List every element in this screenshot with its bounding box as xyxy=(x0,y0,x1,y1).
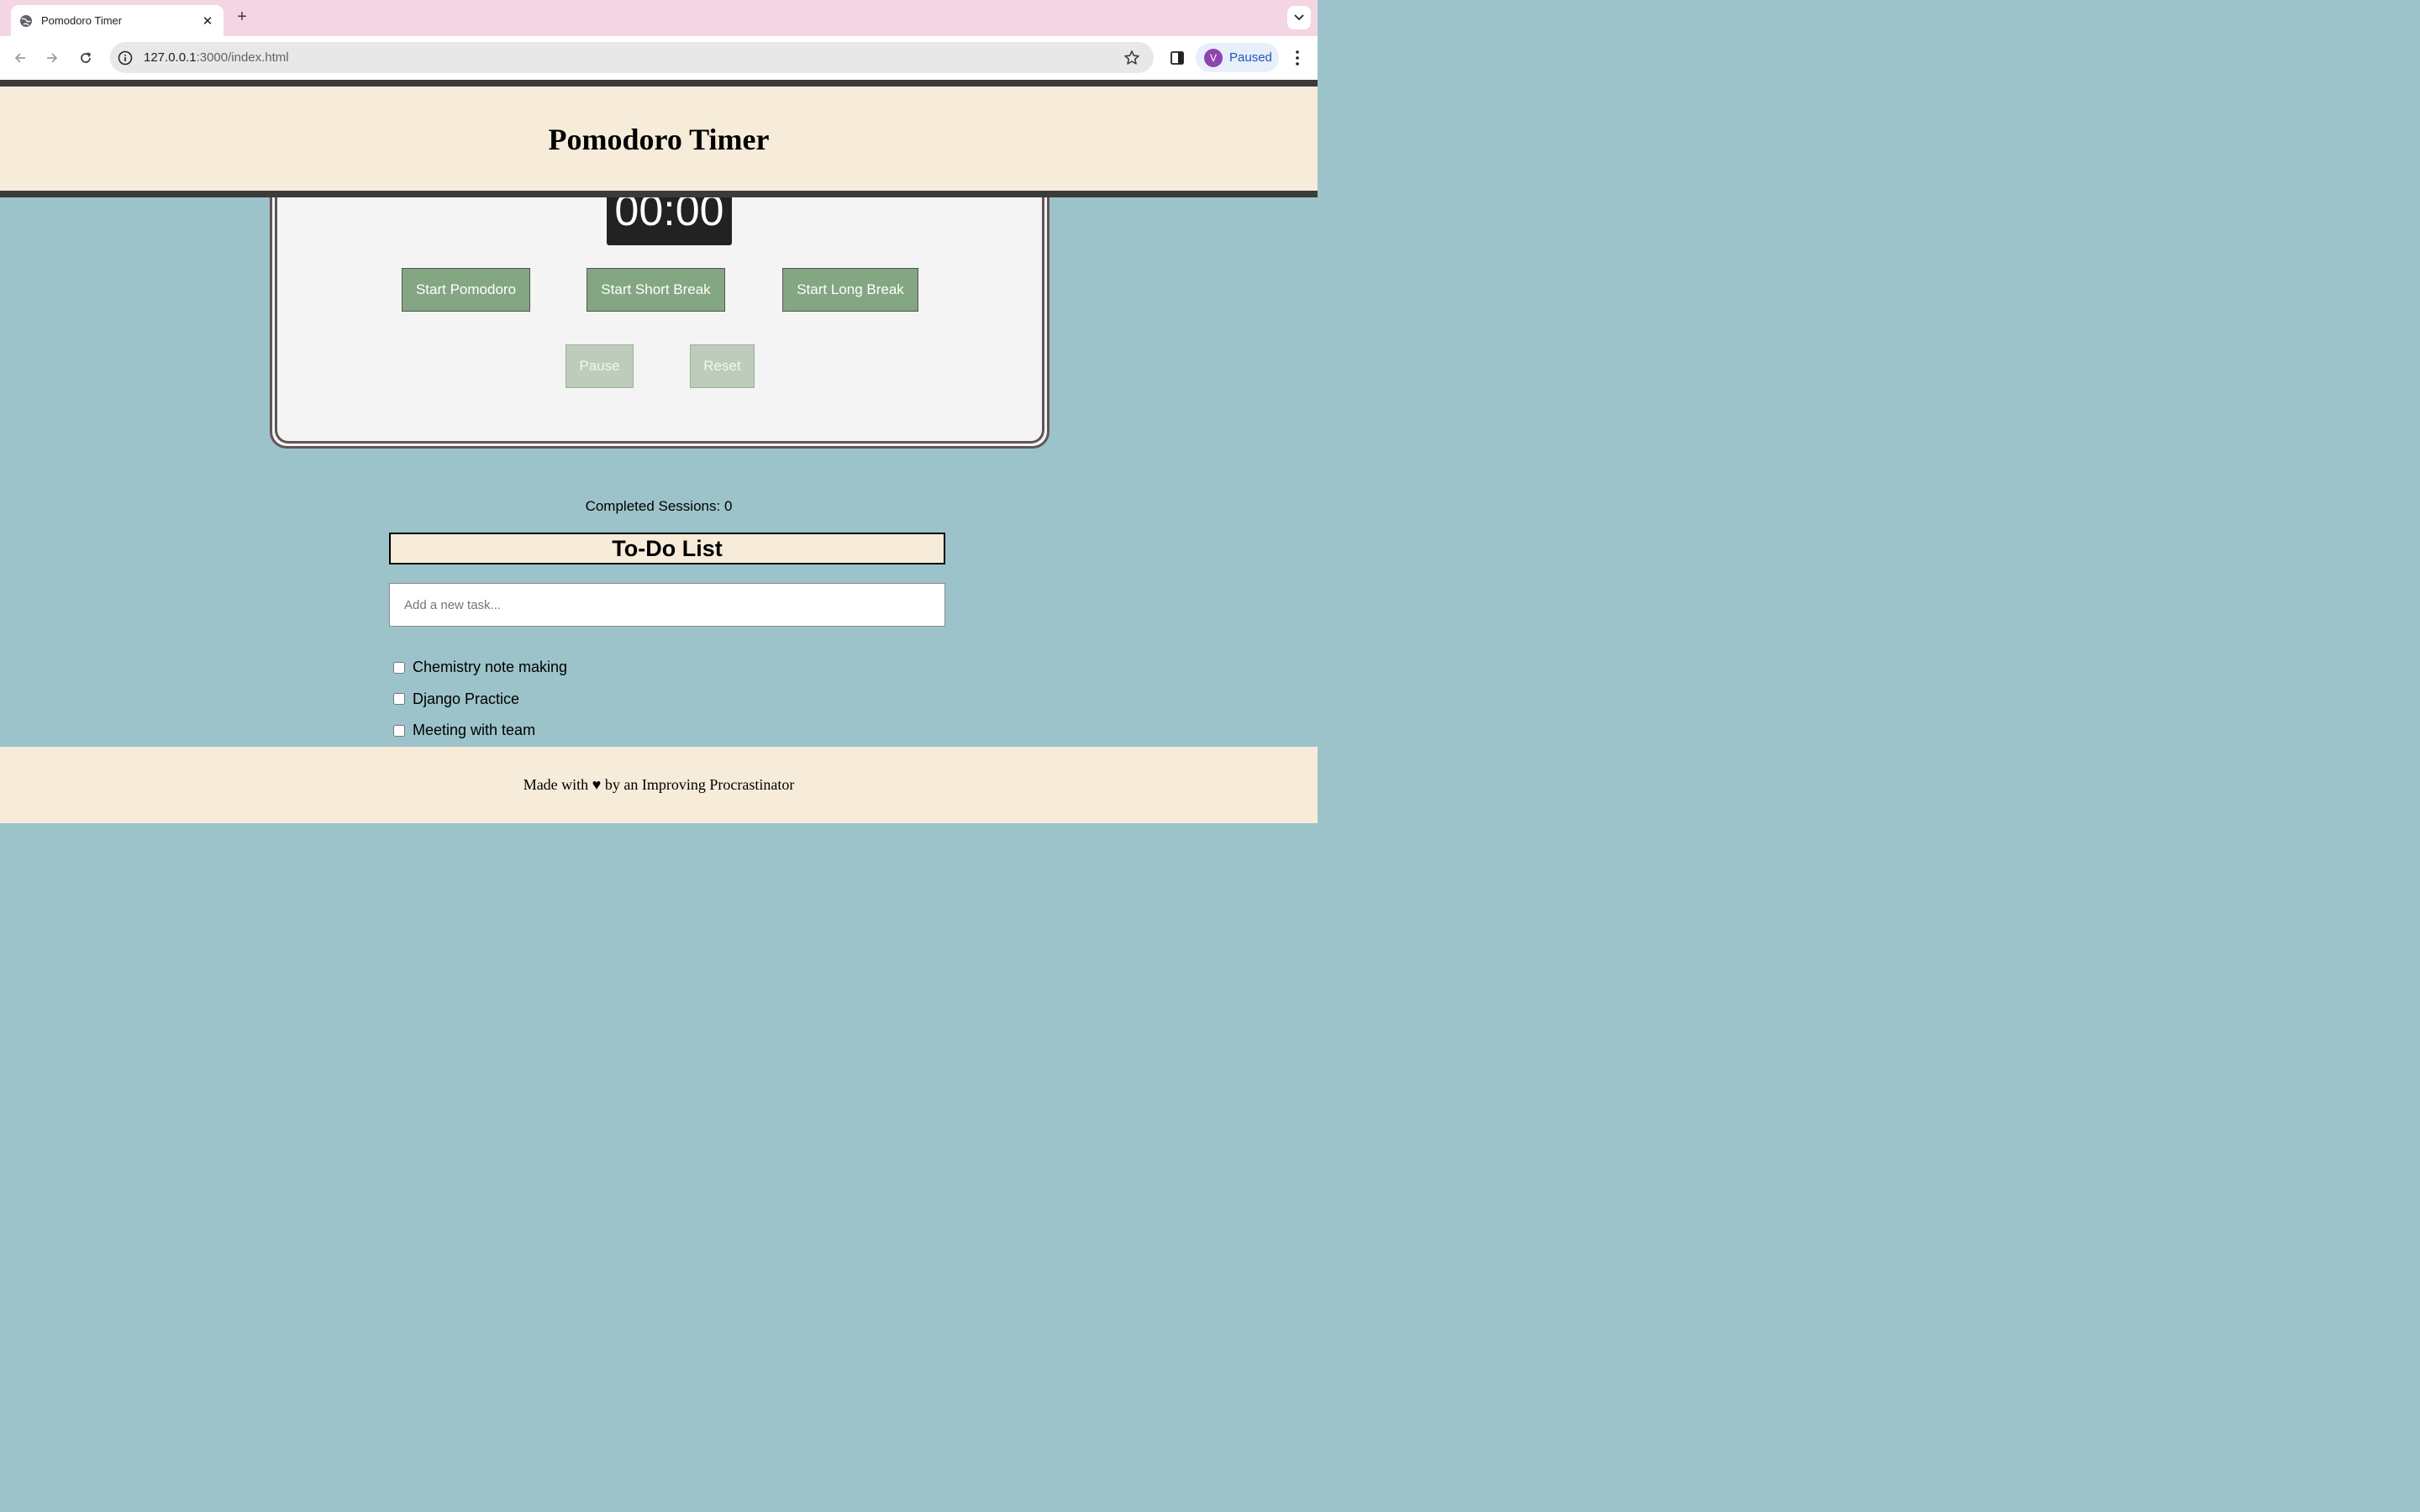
new-task-input[interactable] xyxy=(389,583,945,627)
bookmark-star-icon[interactable] xyxy=(1123,50,1140,66)
list-item: Chemistry note making xyxy=(392,652,567,684)
profile-button[interactable]: V Paused xyxy=(1196,43,1279,72)
browser-tab-strip: Pomodoro Timer ✕ + xyxy=(0,0,1318,36)
todo-list: Chemistry note making Django Practice Me… xyxy=(392,652,567,747)
todo-checkbox[interactable] xyxy=(393,693,405,706)
start-pomodoro-button[interactable]: Start Pomodoro xyxy=(402,268,530,312)
profile-status: Paused xyxy=(1229,50,1272,65)
todo-label: Django Practice xyxy=(413,690,520,707)
site-info-icon[interactable] xyxy=(118,50,133,66)
page-content: 00:00 Start Pomodoro Start Short Break S… xyxy=(0,80,1318,823)
footer-text: Made with ♥ by an Improving Procrastinat… xyxy=(523,776,795,793)
tab-search-button[interactable] xyxy=(1287,6,1311,29)
browser-tab[interactable]: Pomodoro Timer ✕ xyxy=(11,5,224,36)
list-item: Django Practice xyxy=(392,684,567,716)
tab-title: Pomodoro Timer xyxy=(41,14,123,27)
browser-toolbar: 127.0.0.1:3000/index.html V Paused xyxy=(0,36,1318,80)
todo-label: Meeting with team xyxy=(413,722,536,739)
globe-icon xyxy=(19,14,33,28)
todo-heading: To-Do List xyxy=(389,533,945,564)
avatar: V xyxy=(1204,48,1223,67)
todo-label: Chemistry note making xyxy=(413,659,568,676)
side-panel-icon[interactable] xyxy=(1167,48,1187,68)
page-header: Pomodoro Timer xyxy=(0,80,1318,197)
reset-button[interactable]: Reset xyxy=(690,344,755,388)
todo-checkbox[interactable] xyxy=(393,724,405,737)
page-title: Pomodoro Timer xyxy=(548,123,770,156)
close-icon[interactable]: ✕ xyxy=(200,13,215,29)
address-bar[interactable]: 127.0.0.1:3000/index.html xyxy=(110,42,1154,73)
new-tab-icon[interactable]: + xyxy=(234,8,250,27)
list-item: Meeting with team xyxy=(392,715,567,747)
start-long-break-button[interactable]: Start Long Break xyxy=(782,268,918,312)
more-menu-icon[interactable] xyxy=(1287,48,1307,68)
todo-checkbox[interactable] xyxy=(393,661,405,674)
back-icon[interactable] xyxy=(8,46,32,70)
start-short-break-button[interactable]: Start Short Break xyxy=(587,268,725,312)
pause-button[interactable]: Pause xyxy=(566,344,634,388)
chevron-down-icon xyxy=(1294,14,1304,21)
reload-icon[interactable] xyxy=(74,46,97,70)
completed-sessions: Completed Sessions: 0 xyxy=(585,498,733,514)
page-footer: Made with ♥ by an Improving Procrastinat… xyxy=(0,747,1318,823)
url-text: 127.0.0.1:3000/index.html xyxy=(144,50,289,65)
forward-icon[interactable] xyxy=(40,46,64,70)
